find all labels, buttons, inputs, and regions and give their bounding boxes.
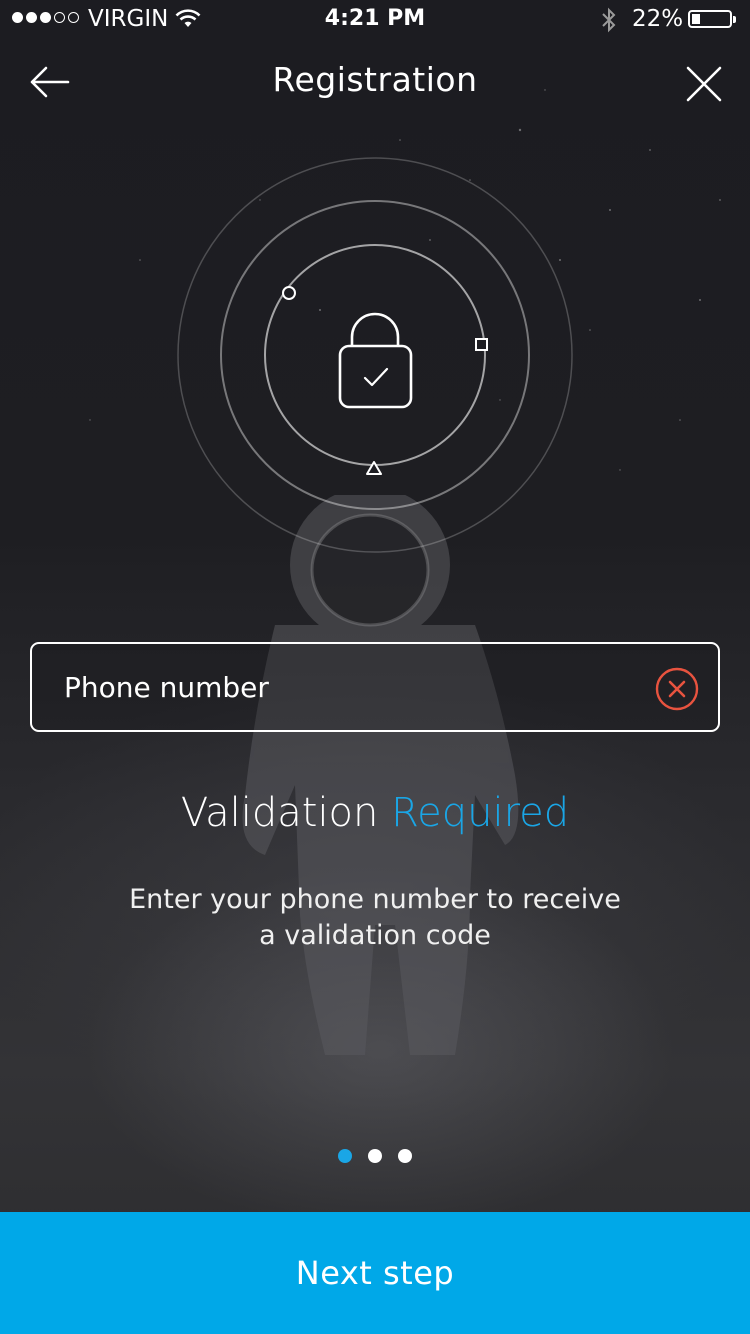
battery-icon [688, 10, 736, 28]
registration-screen: VIRGIN 4:21 PM 22% Registration Phone nu… [0, 0, 750, 1334]
helper-text-line-1: Enter your phone number to receive [129, 884, 621, 915]
lock-illustration [177, 157, 573, 553]
validation-heading-main: Validation [180, 790, 379, 836]
page-dot-active[interactable] [338, 1149, 352, 1163]
lock-check-icon [338, 312, 413, 409]
page-indicator [0, 1149, 750, 1163]
orbit-square-marker [475, 338, 488, 351]
next-step-button[interactable]: Next step [0, 1212, 750, 1334]
page-dot[interactable] [398, 1149, 412, 1163]
validation-heading-accent: Required [391, 790, 570, 836]
orbit-circle-marker [282, 286, 296, 300]
page-dot[interactable] [368, 1149, 382, 1163]
helper-text-line-2: a validation code [259, 920, 491, 951]
bluetooth-icon [602, 7, 616, 33]
page-title: Registration [272, 60, 478, 99]
close-icon[interactable] [684, 64, 724, 104]
helper-text: Enter your phone number to receive a val… [100, 882, 650, 954]
phone-number-field[interactable] [30, 642, 720, 732]
battery-percent: 22% [632, 6, 684, 32]
phone-number-input[interactable] [64, 644, 624, 730]
status-bar: VIRGIN 4:21 PM 22% [0, 0, 750, 40]
orbit-triangle-marker [366, 461, 382, 475]
validation-heading: Validation Required [0, 790, 750, 836]
clear-x-icon[interactable] [655, 667, 699, 711]
